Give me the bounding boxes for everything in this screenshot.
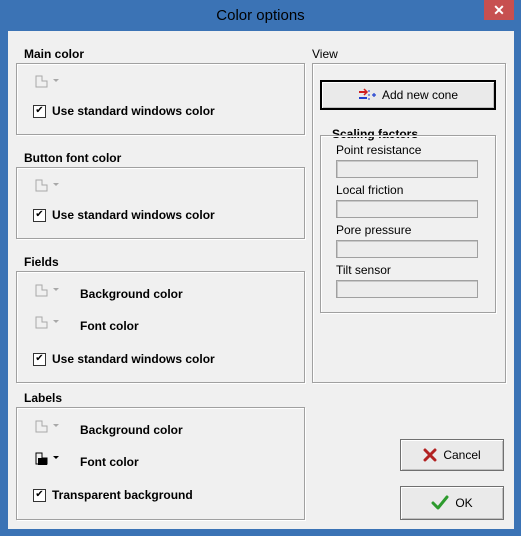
labels-title: Labels xyxy=(24,391,63,405)
ok-check-icon xyxy=(431,495,449,510)
labels-background-picker[interactable] xyxy=(33,419,63,435)
checkbox-label: Transparent background xyxy=(52,488,193,502)
close-button[interactable]: ✕ xyxy=(484,0,514,20)
button-font-color-picker[interactable] xyxy=(33,178,63,194)
dialog-client: Main color ✔ Use standard windows color … xyxy=(8,31,514,529)
local-friction-label: Local friction xyxy=(336,183,404,197)
tilt-sensor-label: Tilt sensor xyxy=(336,263,391,277)
color-bucket-icon xyxy=(35,316,48,329)
color-bucket-icon xyxy=(35,420,48,433)
button-font-standard-checkbox[interactable]: ✔ Use standard windows color xyxy=(33,208,215,222)
dropdown-arrow-icon xyxy=(53,424,59,427)
checkbox-box[interactable]: ✔ xyxy=(33,208,46,222)
color-bucket-icon xyxy=(35,75,48,88)
title-bar[interactable]: Color options ✕ xyxy=(0,0,521,31)
check-icon: ✔ xyxy=(35,353,44,364)
checkbox-box[interactable]: ✔ xyxy=(33,352,46,366)
pore-pressure-field[interactable] xyxy=(336,240,478,258)
cancel-x-icon xyxy=(423,448,437,462)
point-resistance-field[interactable] xyxy=(336,160,478,178)
cancel-label: Cancel xyxy=(443,448,481,462)
ok-button[interactable]: OK xyxy=(400,486,504,520)
checkbox-box[interactable]: ✔ xyxy=(33,104,46,118)
labels-transparent-checkbox[interactable]: ✔ Transparent background xyxy=(33,488,193,502)
pore-pressure-label: Pore pressure xyxy=(336,223,412,237)
dropdown-arrow-icon xyxy=(53,183,59,186)
font-color-icon xyxy=(35,452,48,465)
fields-background-label: Background color xyxy=(80,287,183,301)
dropdown-arrow-icon xyxy=(53,288,59,291)
dropdown-arrow-icon xyxy=(53,320,59,323)
font-color-swatch xyxy=(38,458,47,465)
main-color-standard-checkbox[interactable]: ✔ Use standard windows color xyxy=(33,104,215,118)
close-icon: ✕ xyxy=(493,1,505,18)
labels-background-label: Background color xyxy=(80,423,183,437)
main-color-picker[interactable] xyxy=(33,74,63,90)
add-cone-icon xyxy=(358,88,376,101)
fields-font-picker[interactable] xyxy=(33,315,63,331)
view-title: View xyxy=(312,47,338,61)
fields-standard-checkbox[interactable]: ✔ Use standard windows color xyxy=(33,352,215,366)
checkbox-box[interactable]: ✔ xyxy=(33,488,46,502)
dropdown-arrow-icon xyxy=(53,79,59,82)
color-bucket-icon xyxy=(35,284,48,297)
button-font-color-title: Button font color xyxy=(24,151,122,165)
check-icon: ✔ xyxy=(35,489,44,500)
local-friction-field[interactable] xyxy=(336,200,478,218)
cancel-button[interactable]: Cancel xyxy=(400,439,504,471)
checkbox-label: Use standard windows color xyxy=(52,352,215,366)
ok-label: OK xyxy=(455,496,473,510)
check-icon: ✔ xyxy=(35,209,44,220)
fields-background-picker[interactable] xyxy=(33,283,63,299)
dropdown-arrow-icon xyxy=(53,456,59,459)
point-resistance-label: Point resistance xyxy=(336,143,422,157)
checkbox-label: Use standard windows color xyxy=(52,208,215,222)
add-new-cone-label: Add new cone xyxy=(381,88,459,102)
fields-font-label: Font color xyxy=(80,319,139,333)
color-bucket-icon xyxy=(35,179,48,192)
fields-title: Fields xyxy=(24,255,59,269)
window-title: Color options xyxy=(216,7,305,24)
main-color-title: Main color xyxy=(24,47,85,61)
labels-font-label: Font color xyxy=(80,455,139,469)
checkbox-label: Use standard windows color xyxy=(52,104,215,118)
check-icon: ✔ xyxy=(35,105,44,116)
tilt-sensor-field[interactable] xyxy=(336,280,478,298)
labels-font-picker[interactable] xyxy=(33,451,63,467)
add-new-cone-button[interactable]: Add new cone xyxy=(320,80,496,110)
